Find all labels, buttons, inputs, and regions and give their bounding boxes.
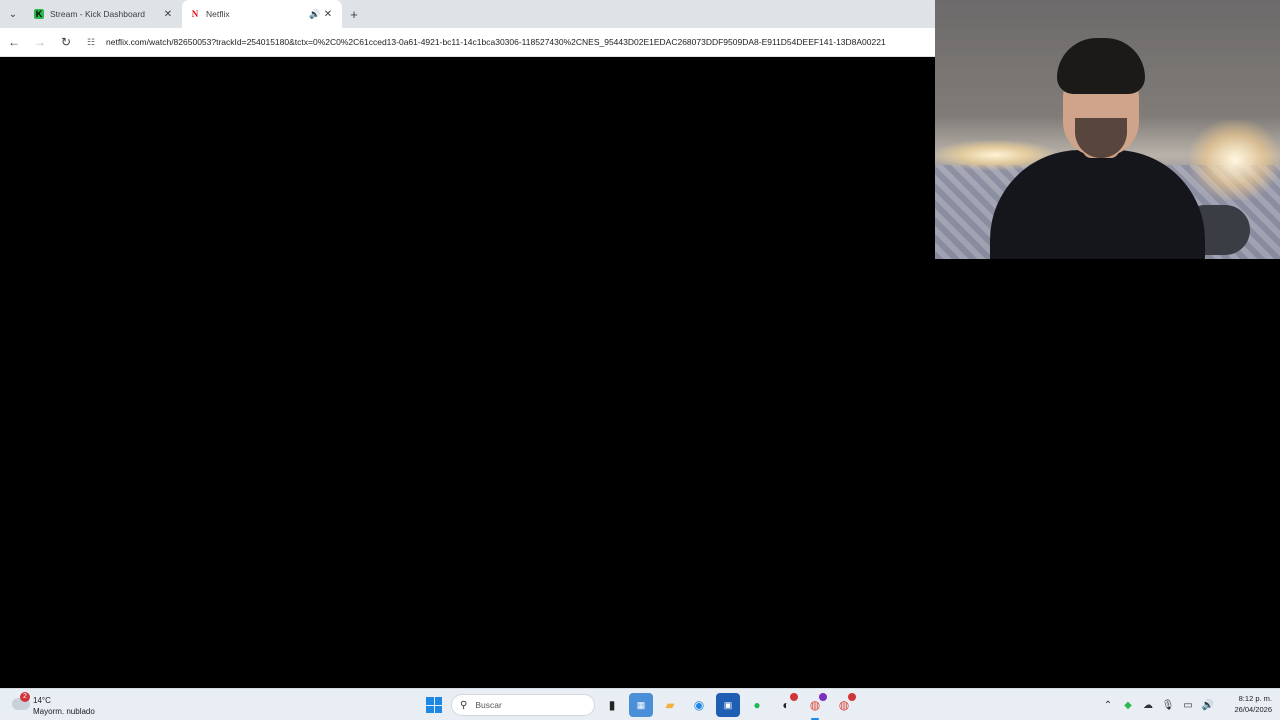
weather-temperature: 14°C: [33, 696, 51, 705]
notification-badge: 2: [20, 692, 30, 702]
system-tray: ⌃ ◆ ☁ 🎙 ▭ 🔊: [1098, 695, 1218, 715]
file-explorer-icon[interactable]: ▰: [658, 693, 682, 717]
windows-logo-pane: [434, 705, 442, 713]
network-icon[interactable]: ▭: [1178, 700, 1198, 711]
netflix-icon: N: [191, 9, 199, 19]
windows-logo-pane: [426, 705, 434, 713]
back-arrow-icon[interactable]: ←: [2, 30, 26, 54]
windows-logo-pane: [434, 697, 442, 705]
chrome-icon[interactable]: ◍: [803, 693, 827, 720]
tab-title: Stream - Kick Dashboard: [50, 9, 145, 19]
system-clock[interactable]: 8:12 p. m. 26/04/2026: [1222, 693, 1272, 715]
url-text[interactable]: netflix.com/watch/82650053?trackId=25401…: [106, 37, 886, 47]
webcam-light: [1190, 120, 1280, 200]
speaker-icon[interactable]: 🔊: [308, 9, 322, 20]
screen: ⌄ K Stream - Kick Dashboard ✕ N Netflix …: [0, 0, 1280, 720]
clock-time: 8:12 p. m.: [1238, 694, 1272, 703]
microsoft-store-icon[interactable]: ▣: [716, 693, 740, 717]
browser-toolbar: ← → ↻ ☷ netflix.com/watch/82650053?track…: [0, 28, 935, 57]
start-button[interactable]: [424, 695, 444, 715]
obs-icon[interactable]: ◐: [774, 693, 798, 717]
kick-icon: K: [34, 9, 44, 19]
app-badge: [848, 693, 856, 701]
windows-logo-pane: [426, 697, 434, 705]
search-placeholder: Buscar: [475, 700, 502, 710]
close-tab-icon[interactable]: ✕: [162, 9, 174, 20]
close-tab-icon[interactable]: ✕: [322, 9, 334, 20]
clock-date: 26/04/2026: [1234, 705, 1272, 714]
tab-netflix[interactable]: N Netflix 🔊 ✕: [182, 0, 342, 28]
cloud-sync-icon[interactable]: ☁: [1138, 700, 1158, 711]
widgets-icon[interactable]: ▦: [629, 693, 653, 717]
edge-icon[interactable]: ◉: [687, 693, 711, 717]
task-view-icon[interactable]: ▮: [600, 693, 624, 717]
spotify-icon[interactable]: ●: [745, 693, 769, 717]
search-icon: ⚲: [460, 699, 468, 711]
volume-icon[interactable]: 🔊: [1198, 700, 1218, 711]
streamer-hair: [1057, 38, 1145, 94]
app-badge: [790, 693, 798, 701]
reload-icon[interactable]: ↻: [54, 30, 78, 54]
microphone-icon[interactable]: 🎙: [1158, 700, 1178, 711]
taskbar-search-box[interactable]: ⚲ Buscar: [451, 694, 595, 716]
chrome-profile-icon[interactable]: ◍: [832, 693, 856, 717]
tab-kick-dashboard[interactable]: K Stream - Kick Dashboard ✕: [26, 0, 182, 28]
chevron-up-icon[interactable]: ⌃: [1098, 700, 1118, 711]
tab-search-chevron-icon[interactable]: ⌄: [0, 0, 26, 28]
site-info-icon[interactable]: ☷: [82, 37, 100, 48]
address-bar[interactable]: ☷ netflix.com/watch/82650053?trackId=254…: [82, 31, 935, 53]
tab-title: Netflix: [206, 9, 230, 19]
weather-condition: Mayorm. nublado: [33, 707, 95, 716]
webcam-overlay: [935, 0, 1280, 259]
weather-widget[interactable]: 2 14°C Mayorm. nublado: [10, 692, 120, 718]
browser-tabstrip: ⌄ K Stream - Kick Dashboard ✕ N Netflix …: [0, 0, 935, 28]
windows-taskbar: 2 14°C Mayorm. nublado ⚲ Buscar ▮ ▦ ▰ ◉ …: [0, 688, 1280, 720]
forward-arrow-icon[interactable]: →: [28, 30, 52, 54]
tray-app-icon[interactable]: ◆: [1118, 700, 1138, 711]
taskbar-apps: ▮ ▦ ▰ ◉ ▣ ● ◐ ◍ ◍: [600, 693, 861, 720]
app-badge: [819, 693, 827, 701]
new-tab-button[interactable]: +: [342, 0, 366, 28]
